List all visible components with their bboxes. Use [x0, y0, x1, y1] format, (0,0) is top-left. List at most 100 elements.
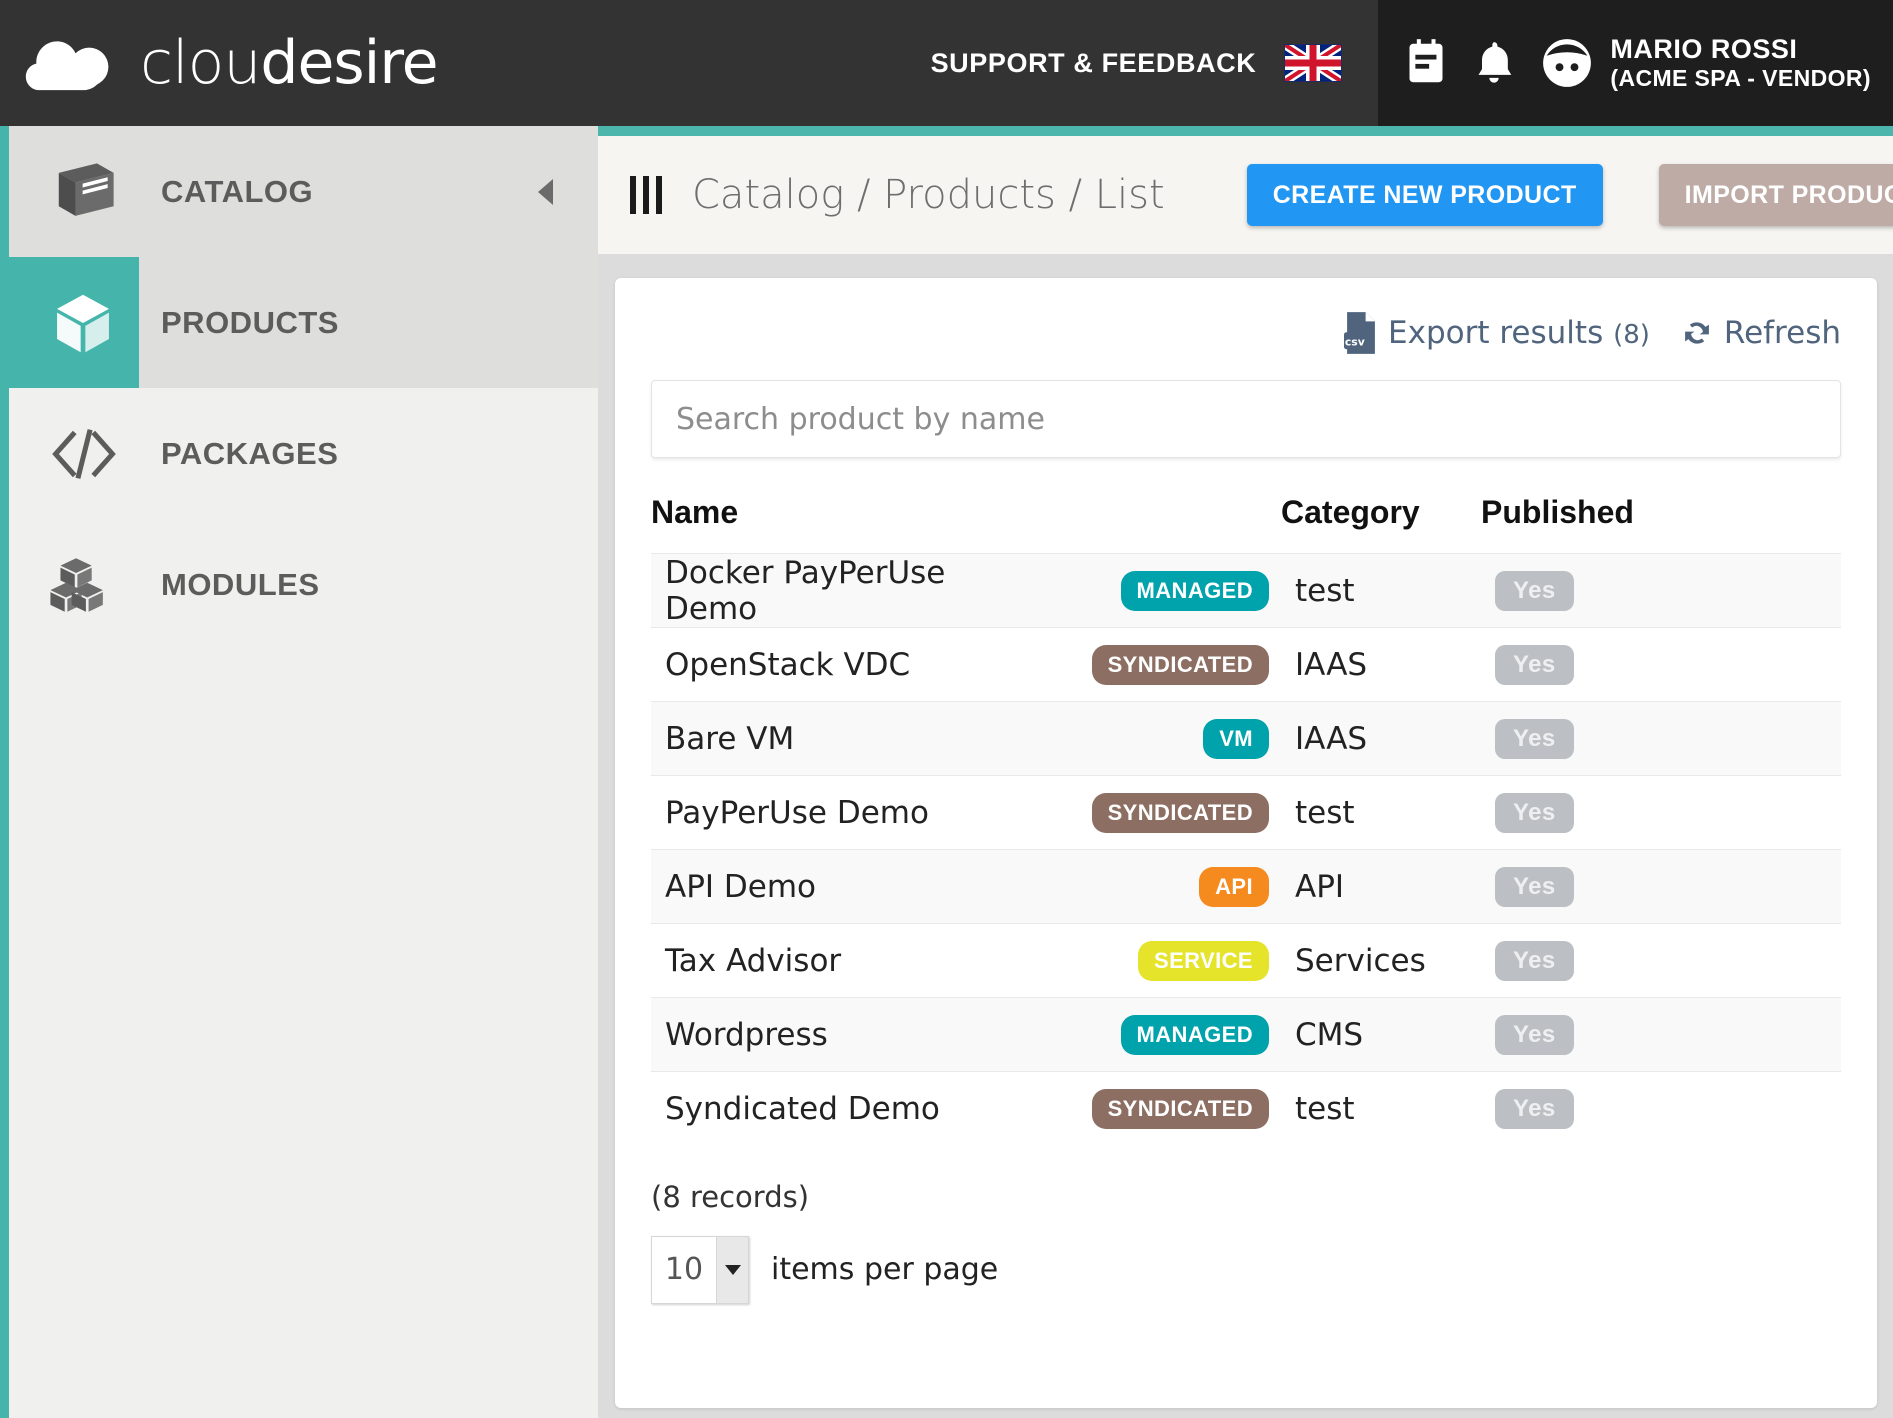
cell-name: API Demo: [651, 849, 966, 924]
cell-type-badge: SYNDICATED: [966, 627, 1281, 702]
table-row[interactable]: Wordpress MANAGED CMS Yes: [651, 997, 1841, 1072]
table-row[interactable]: PayPerUse Demo SYNDICATED test Yes: [651, 775, 1841, 850]
cell-category: IAAS: [1281, 627, 1481, 702]
bell-icon[interactable]: [1474, 39, 1514, 87]
cell-published: Yes: [1481, 849, 1841, 924]
sidebar-top-group: CATALOG PRODUCTS: [9, 126, 607, 388]
main-content: Catalog / Products / List CREATE NEW PRO…: [598, 126, 1893, 1418]
table-row[interactable]: Tax Advisor SERVICE Services Yes: [651, 923, 1841, 998]
cell-name: OpenStack VDC: [651, 627, 966, 702]
cell-published: Yes: [1481, 701, 1841, 776]
type-badge: SYNDICATED: [1091, 1089, 1269, 1130]
published-badge: Yes: [1495, 1015, 1574, 1055]
support-and-feedback-link[interactable]: SUPPORT & FEEDBACK: [931, 48, 1257, 79]
published-badge: Yes: [1495, 793, 1574, 833]
sidebar-item-catalog[interactable]: CATALOG: [9, 126, 598, 257]
cell-category: test: [1281, 1071, 1481, 1146]
user-organization: (ACME SPA - VENDOR): [1610, 65, 1871, 92]
breadcrumb: Catalog / Products / List: [692, 172, 1165, 218]
cell-published: Yes: [1481, 997, 1841, 1072]
sidebar-item-label: MODULES: [161, 566, 320, 602]
breadcrumb-bar: Catalog / Products / List CREATE NEW PRO…: [598, 136, 1893, 254]
table-row[interactable]: API Demo API API Yes: [651, 849, 1841, 924]
cell-published: Yes: [1481, 775, 1841, 850]
book-icon: [49, 161, 161, 223]
type-badge: VM: [1203, 719, 1269, 759]
cell-category: IAAS: [1281, 701, 1481, 776]
card-toolbar: csv Export results (8) Refresh: [615, 278, 1877, 364]
cell-published: Yes: [1481, 923, 1841, 998]
published-badge: Yes: [1495, 719, 1574, 759]
table-row[interactable]: Syndicated Demo SYNDICATED test Yes: [651, 1071, 1841, 1146]
cell-type-badge: SYNDICATED: [966, 1071, 1281, 1146]
search-input[interactable]: [651, 380, 1841, 458]
type-badge: SYNDICATED: [1091, 645, 1269, 685]
sidebar-item-modules[interactable]: MODULES: [9, 519, 598, 650]
modules-icon: [49, 556, 161, 614]
cloud-icon: [25, 41, 109, 91]
export-results-label: Export results: [1388, 314, 1604, 351]
sidebar-item-packages[interactable]: PACKAGES: [9, 388, 598, 519]
import-product-button[interactable]: IMPORT PRODUCT: [1658, 164, 1893, 226]
type-badge: MANAGED: [1120, 1015, 1269, 1055]
notes-icon[interactable]: [1404, 39, 1448, 87]
cell-type-badge: SERVICE: [966, 923, 1281, 998]
refresh-icon: [1685, 322, 1709, 344]
products-table: Name Category Published Docker PayPerUse…: [651, 494, 1841, 1146]
cell-type-badge: API: [966, 849, 1281, 924]
caret-left-icon[interactable]: [538, 178, 553, 205]
cell-category: test: [1281, 553, 1481, 628]
chevron-down-icon: [716, 1236, 748, 1303]
uk-flag-icon[interactable]: [1284, 44, 1343, 82]
cell-name: Syndicated Demo: [651, 1071, 966, 1146]
column-header-category[interactable]: Category: [1281, 494, 1481, 554]
refresh-button[interactable]: Refresh: [1680, 316, 1841, 350]
brand-logo[interactable]: cloudesire: [0, 0, 439, 126]
bars-icon[interactable]: [630, 176, 662, 214]
published-badge: Yes: [1495, 645, 1574, 685]
brand-name: cloudesire: [140, 28, 439, 98]
cell-category: Services: [1281, 923, 1481, 998]
svg-text:csv: csv: [1345, 336, 1365, 349]
cell-name: Bare VM: [651, 701, 966, 776]
cell-category: API: [1281, 849, 1481, 924]
user-panel: MARIO ROSSI (ACME SPA - VENDOR): [1378, 0, 1893, 126]
type-badge: SERVICE: [1138, 941, 1269, 981]
user-menu[interactable]: MARIO ROSSI (ACME SPA - VENDOR): [1540, 34, 1871, 91]
table-footer: (8 records) 10 items per page: [615, 1146, 1877, 1304]
accent-bar: [598, 126, 1893, 136]
published-badge: Yes: [1495, 867, 1574, 907]
cube-icon: [49, 290, 161, 356]
table-header-row: Name Category Published: [651, 494, 1841, 554]
column-header-name[interactable]: Name: [651, 494, 1281, 554]
table-row[interactable]: OpenStack VDC SYNDICATED IAAS Yes: [651, 627, 1841, 702]
export-results-count: (8): [1613, 319, 1650, 350]
table-row[interactable]: Docker PayPerUse Demo MANAGED test Yes: [651, 553, 1841, 628]
csv-file-icon: csv: [1344, 312, 1375, 354]
table-row[interactable]: Bare VM VM IAAS Yes: [651, 701, 1841, 776]
products-card: csv Export results (8) Refresh Name Cate…: [615, 278, 1877, 1408]
top-header: cloudesire SUPPORT & FEEDBACK MARIO ROSS…: [0, 0, 1893, 126]
cell-type-badge: MANAGED: [966, 553, 1281, 628]
table-body: Docker PayPerUse Demo MANAGED test Yes O…: [651, 553, 1841, 1146]
code-icon: [49, 427, 161, 481]
per-page-row: 10 items per page: [651, 1235, 1877, 1304]
create-new-product-button[interactable]: CREATE NEW PRODUCT: [1246, 164, 1603, 226]
refresh-label: Refresh: [1723, 314, 1841, 351]
sidebar-item-label: CATALOG: [161, 173, 314, 209]
cell-category: test: [1281, 775, 1481, 850]
items-per-page-value: 10: [664, 1252, 704, 1287]
user-avatar-icon: [1543, 39, 1592, 87]
cell-name: Tax Advisor: [651, 923, 966, 998]
export-results-button[interactable]: csv Export results (8): [1344, 312, 1650, 354]
type-badge: API: [1199, 867, 1269, 907]
items-per-page-select[interactable]: 10: [651, 1235, 749, 1304]
cell-name: PayPerUse Demo: [651, 775, 966, 850]
column-header-published[interactable]: Published: [1481, 494, 1841, 554]
published-badge: Yes: [1495, 1089, 1574, 1130]
cell-type-badge: VM: [966, 701, 1281, 776]
records-count: (8 records): [651, 1179, 810, 1214]
search-area: [615, 364, 1877, 458]
cell-name: Docker PayPerUse Demo: [651, 553, 966, 628]
sidebar-item-products[interactable]: PRODUCTS: [9, 257, 607, 388]
